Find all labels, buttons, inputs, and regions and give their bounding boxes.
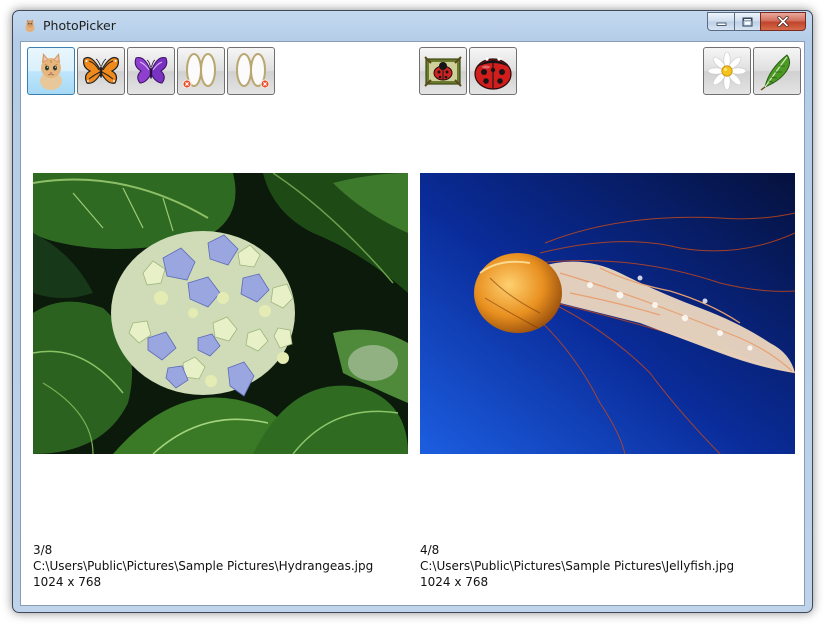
left-photo-dimensions: 1024 x 768: [33, 575, 102, 589]
frames-icon: [182, 53, 216, 89]
frames-left-button[interactable]: [177, 47, 225, 95]
right-photo-index: 4/8: [420, 543, 440, 557]
window-title: PhotoPicker: [43, 18, 116, 33]
right-photo-dimensions: 1024 x 768: [420, 575, 489, 589]
ladybug-frame-icon: [424, 56, 462, 87]
butterfly-button[interactable]: [77, 47, 125, 95]
close-icon: [777, 16, 789, 27]
daisy-button[interactable]: [703, 47, 751, 95]
right-photo-info: 4/8 C:\Users\Public\Pictures\Sample Pict…: [420, 542, 734, 590]
ladybug-small-button[interactable]: [419, 47, 467, 95]
jellyfish-photo[interactable]: [420, 173, 795, 454]
feather-icon: [760, 54, 791, 91]
feather-button[interactable]: [753, 47, 801, 95]
daisy-icon: [707, 51, 747, 91]
minimize-icon: [716, 22, 726, 26]
photopicker-window: PhotoPicker 3/8 C:\Users\Public\Pictures…: [12, 10, 813, 613]
title-bar[interactable]: PhotoPicker: [13, 11, 812, 41]
maximize-icon: [742, 17, 753, 26]
close-button[interactable]: [760, 12, 806, 31]
frames-icon: [236, 53, 270, 89]
frames-right-button[interactable]: [227, 47, 275, 95]
ladybug-icon: [474, 57, 512, 90]
butterfly-icon: [83, 56, 119, 84]
left-photo-info: 3/8 C:\Users\Public\Pictures\Sample Pict…: [33, 542, 373, 590]
client-area: 3/8 C:\Users\Public\Pictures\Sample Pict…: [20, 41, 805, 606]
jellyfish-image: [420, 173, 795, 454]
minimize-button[interactable]: [707, 12, 734, 31]
caption-buttons: [707, 12, 806, 31]
maximize-button[interactable]: [734, 12, 760, 31]
kitten-button[interactable]: [27, 47, 75, 95]
purple-butterfly-button[interactable]: [127, 47, 175, 95]
kitten-icon: [40, 53, 62, 90]
hydrangea-image: [33, 173, 408, 454]
left-photo-path: C:\Users\Public\Pictures\Sample Pictures…: [33, 559, 374, 573]
ladybug-large-button[interactable]: [469, 47, 517, 95]
purple-butterfly-icon: [134, 57, 168, 84]
right-photo-path: C:\Users\Public\Pictures\Sample Pictures…: [420, 559, 735, 573]
hydrangea-photo[interactable]: [33, 173, 408, 454]
left-photo-index: 3/8: [33, 543, 53, 557]
photopicker-app-icon: [25, 19, 35, 32]
